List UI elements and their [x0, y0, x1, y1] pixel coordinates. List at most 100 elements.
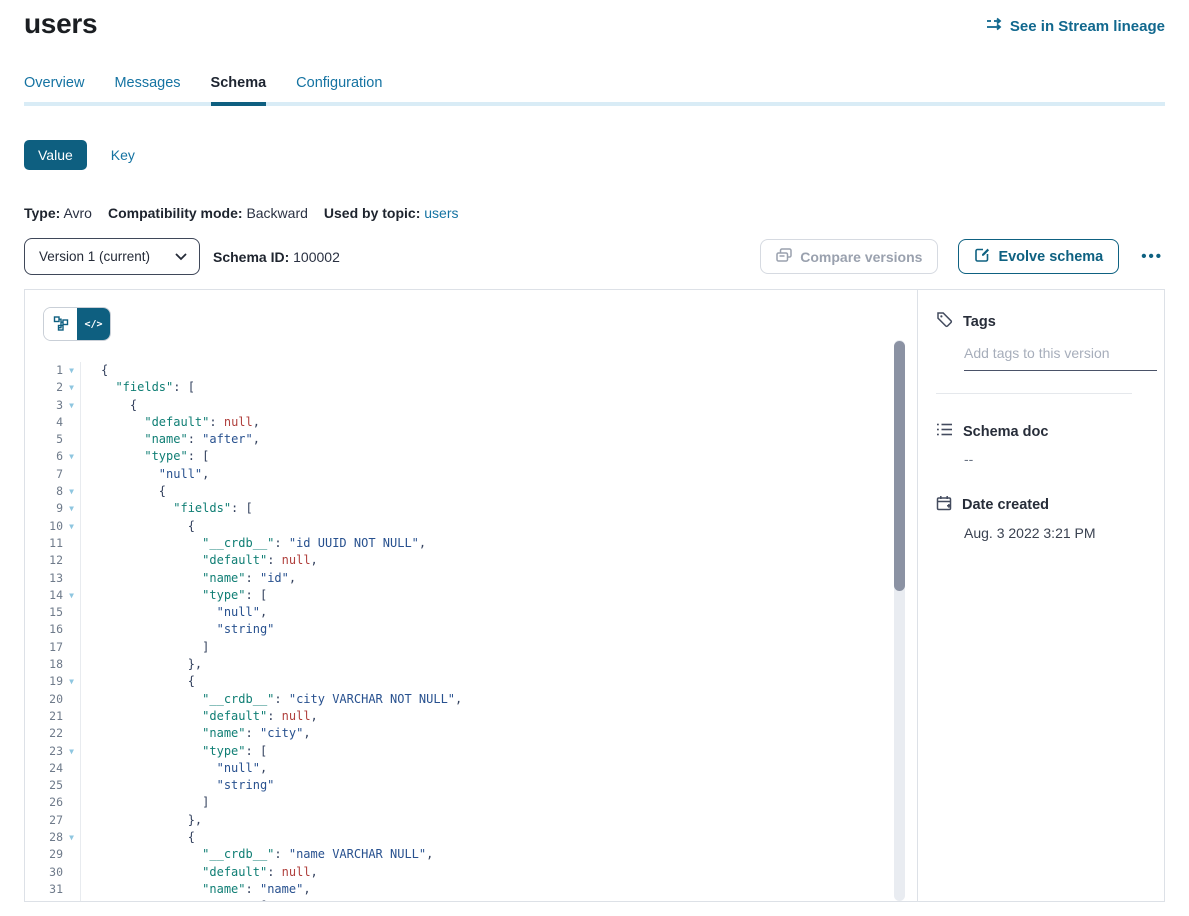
tags-input[interactable] — [964, 345, 1157, 371]
evolve-schema-label: Evolve schema — [998, 249, 1103, 265]
key-toggle-button[interactable]: Key — [111, 147, 135, 163]
meta-type-value: Avro — [63, 205, 92, 221]
fold-toggle-icon[interactable]: ▼ — [63, 362, 81, 379]
more-options-button[interactable]: ••• — [1139, 244, 1165, 269]
code-text: ] — [81, 794, 209, 811]
date-created-title: Date created — [962, 497, 1049, 513]
tab-schema[interactable]: Schema — [211, 75, 267, 106]
code-text: }, — [81, 656, 202, 673]
fold-toggle-icon[interactable]: ▼ — [63, 587, 81, 604]
page-title: users — [24, 8, 97, 40]
code-text: "default": null, — [81, 864, 318, 881]
code-text: "null", — [81, 760, 267, 777]
page-header: users See in Stream lineage — [24, 0, 1165, 40]
code-text: "null", — [81, 466, 209, 483]
schema-page: users See in Stream lineage Overview Mes… — [0, 0, 1189, 916]
code-text: "default": null, — [81, 708, 318, 725]
schema-id-value: 100002 — [293, 249, 340, 265]
meta-topic-label: Used by topic: — [324, 205, 420, 221]
compare-versions-label: Compare versions — [800, 249, 922, 265]
fold-toggle-icon[interactable]: ▼ — [63, 898, 81, 901]
code-line: 26 ] — [25, 794, 917, 811]
code-text: "__crdb__": "city VARCHAR NOT NULL", — [81, 691, 462, 708]
code-text: "name": "id", — [81, 570, 296, 587]
code-text: { — [81, 829, 195, 846]
code-line: 2▼ "fields": [ — [25, 379, 917, 396]
line-number: 21 — [25, 708, 63, 725]
code-text: "default": null, — [81, 552, 318, 569]
code-line: 18 }, — [25, 656, 917, 673]
tree-view-icon — [53, 315, 69, 334]
code-line: 32▼ "type": [ — [25, 898, 917, 901]
version-select-value: Version 1 (current) — [39, 249, 150, 264]
line-number: 11 — [25, 535, 63, 552]
code-line: 11 "__crdb__": "id UUID NOT NULL", — [25, 535, 917, 552]
line-number: 25 — [25, 777, 63, 794]
code-line: 8▼ { — [25, 483, 917, 500]
line-number: 1 — [25, 362, 63, 379]
editor-scrollbar-track[interactable] — [894, 340, 905, 901]
code-line: 9▼ "fields": [ — [25, 500, 917, 517]
code-view-icon: </> — [84, 319, 102, 330]
code-line: 23▼ "type": [ — [25, 743, 917, 760]
meta-compat: Compatibility mode: Backward — [108, 205, 308, 221]
compare-versions-button[interactable]: Compare versions — [760, 239, 938, 274]
code-view-button[interactable]: </> — [77, 308, 110, 340]
code-text: "name": "after", — [81, 431, 260, 448]
date-created-heading: Date created — [936, 495, 1149, 515]
code-text: { — [81, 362, 108, 379]
fold-toggle-icon[interactable]: ▼ — [63, 829, 81, 846]
fold-gutter — [63, 864, 81, 881]
line-number: 6 — [25, 448, 63, 465]
version-select[interactable]: Version 1 (current) — [24, 238, 200, 275]
fold-toggle-icon[interactable]: ▼ — [63, 500, 81, 517]
line-number: 20 — [25, 691, 63, 708]
code-line: 13 "name": "id", — [25, 570, 917, 587]
fold-gutter — [63, 656, 81, 673]
code-text: "null", — [81, 604, 267, 621]
tree-view-button[interactable] — [44, 308, 77, 340]
value-toggle-button[interactable]: Value — [24, 140, 87, 170]
fold-gutter — [63, 621, 81, 638]
topic-link[interactable]: users — [424, 205, 458, 221]
code-line: 10▼ { — [25, 518, 917, 535]
fold-toggle-icon[interactable]: ▼ — [63, 483, 81, 500]
code-line: 22 "name": "city", — [25, 725, 917, 742]
line-number: 2 — [25, 379, 63, 396]
line-number: 27 — [25, 812, 63, 829]
code-line: 17 ] — [25, 639, 917, 656]
line-number: 22 — [25, 725, 63, 742]
code-line: 21 "default": null, — [25, 708, 917, 725]
line-number: 10 — [25, 518, 63, 535]
fold-gutter — [63, 812, 81, 829]
editor-scrollbar-thumb[interactable] — [894, 341, 905, 591]
tags-input-wrap — [964, 345, 1157, 371]
code-text: "name": "name", — [81, 881, 311, 898]
code-text: "type": [ — [81, 743, 267, 760]
fold-gutter — [63, 691, 81, 708]
code-line: 14▼ "type": [ — [25, 587, 917, 604]
fold-toggle-icon[interactable]: ▼ — [63, 397, 81, 414]
schema-editor: </> 1▼{2▼ "fields": [3▼ {4 "default": nu… — [25, 290, 917, 901]
code-text: "string" — [81, 777, 274, 794]
fold-gutter — [63, 604, 81, 621]
line-number: 31 — [25, 881, 63, 898]
line-number: 15 — [25, 604, 63, 621]
schema-id: Schema ID: 100002 — [213, 249, 340, 265]
chevron-down-icon — [175, 249, 187, 264]
meta-compat-value: Backward — [246, 205, 307, 221]
stream-lineage-icon — [986, 17, 1003, 35]
stream-lineage-link[interactable]: See in Stream lineage — [986, 17, 1165, 35]
schema-doc-title: Schema doc — [963, 424, 1048, 440]
schema-sidebar: Tags Schema doc -- — [917, 290, 1164, 901]
fold-toggle-icon[interactable]: ▼ — [63, 448, 81, 465]
fold-gutter — [63, 725, 81, 742]
evolve-schema-button[interactable]: Evolve schema — [958, 239, 1119, 274]
fold-toggle-icon[interactable]: ▼ — [63, 673, 81, 690]
line-number: 24 — [25, 760, 63, 777]
line-number: 8 — [25, 483, 63, 500]
fold-toggle-icon[interactable]: ▼ — [63, 518, 81, 535]
fold-toggle-icon[interactable]: ▼ — [63, 743, 81, 760]
code-line: 27 }, — [25, 812, 917, 829]
fold-toggle-icon[interactable]: ▼ — [63, 379, 81, 396]
